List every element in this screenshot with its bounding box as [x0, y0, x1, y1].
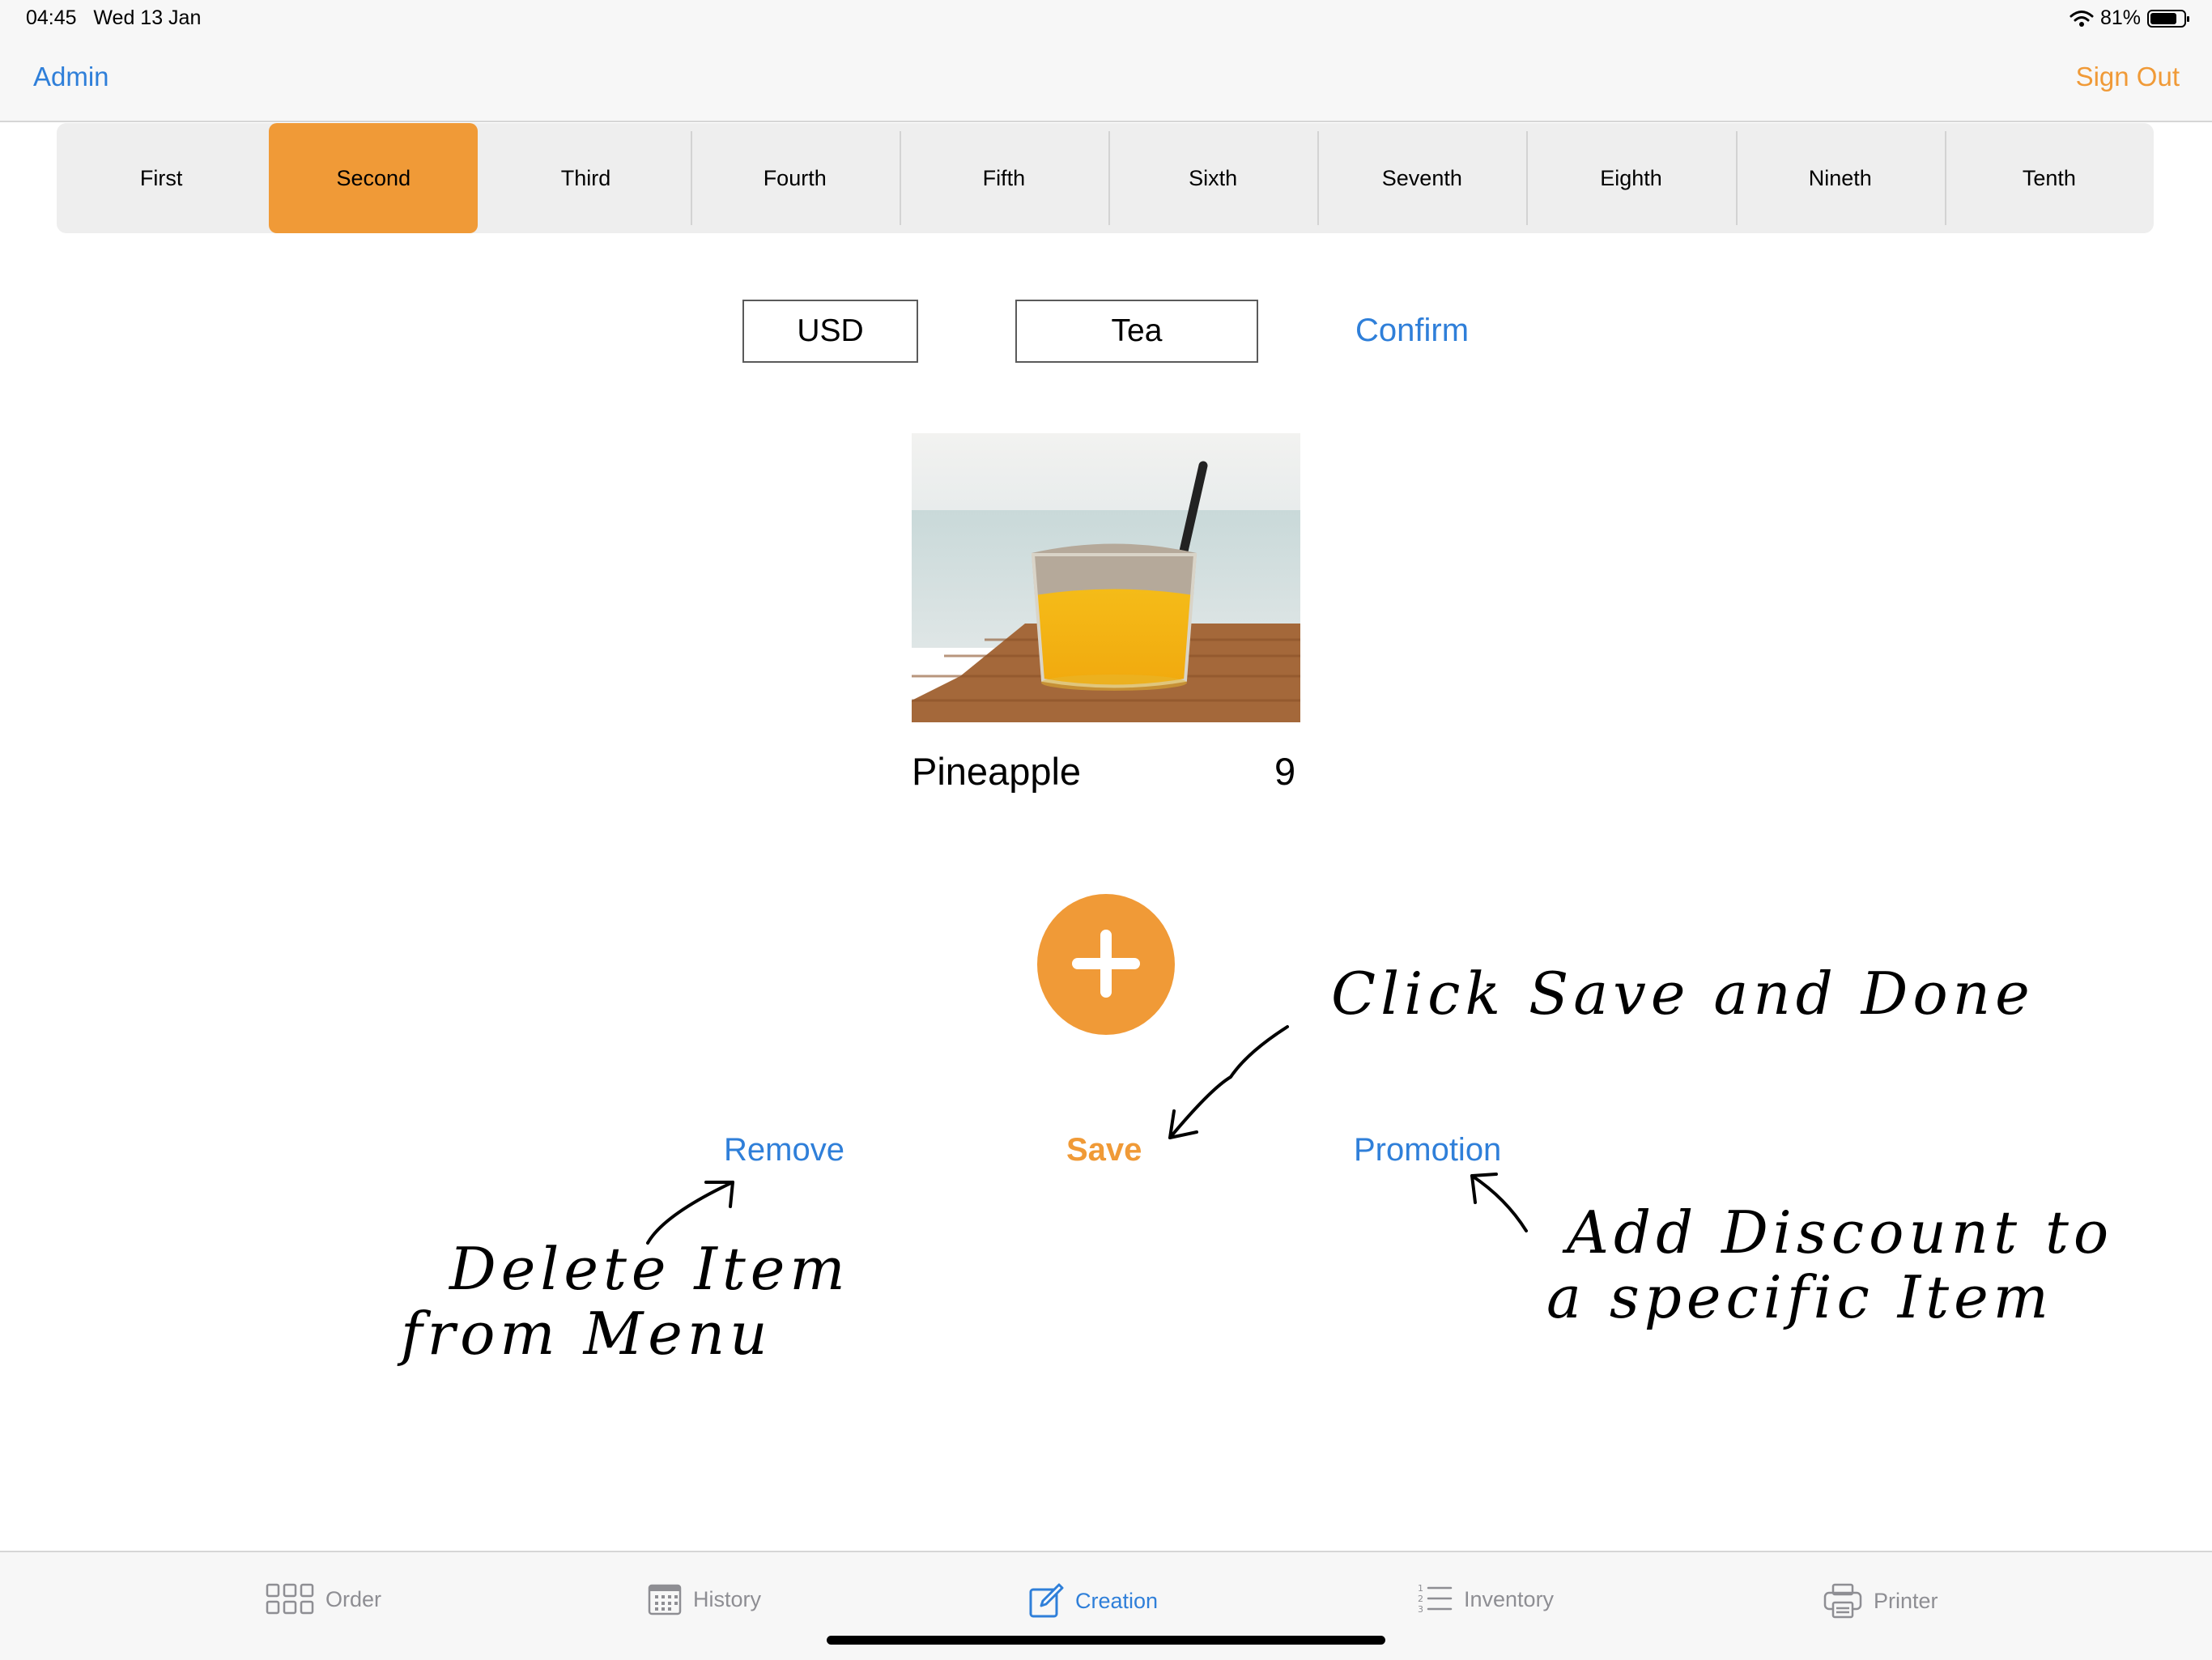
svg-text:2: 2	[1418, 1594, 1423, 1604]
tab-inventory-label: Inventory	[1464, 1586, 1555, 1611]
remove-arrow	[646, 1181, 734, 1245]
svg-text:3: 3	[1418, 1604, 1423, 1615]
numbered-list-icon: 123	[1418, 1583, 1453, 1615]
calendar-icon	[648, 1584, 682, 1615]
grid-icon	[266, 1583, 314, 1615]
save-arrow	[1168, 1025, 1289, 1139]
svg-text:1: 1	[1418, 1583, 1423, 1594]
home-indicator	[827, 1636, 1385, 1645]
promotion-arrow	[1470, 1174, 1528, 1232]
tab-history-label: History	[693, 1586, 762, 1611]
tab-printer-label: Printer	[1874, 1588, 1938, 1613]
compose-icon	[1029, 1583, 1064, 1618]
tab-order[interactable]: Order	[266, 1583, 381, 1615]
tab-inventory[interactable]: 123 Inventory	[1417, 1583, 1554, 1615]
tab-creation-label: Creation	[1075, 1588, 1159, 1613]
tab-order-label: Order	[325, 1586, 382, 1611]
tab-history[interactable]: History	[648, 1583, 761, 1615]
annotation-arrows	[646, 1025, 1528, 1245]
tab-printer[interactable]: Printer	[1823, 1583, 1938, 1619]
tab-creation[interactable]: Creation	[1028, 1583, 1158, 1619]
printer-icon	[1823, 1583, 1862, 1619]
